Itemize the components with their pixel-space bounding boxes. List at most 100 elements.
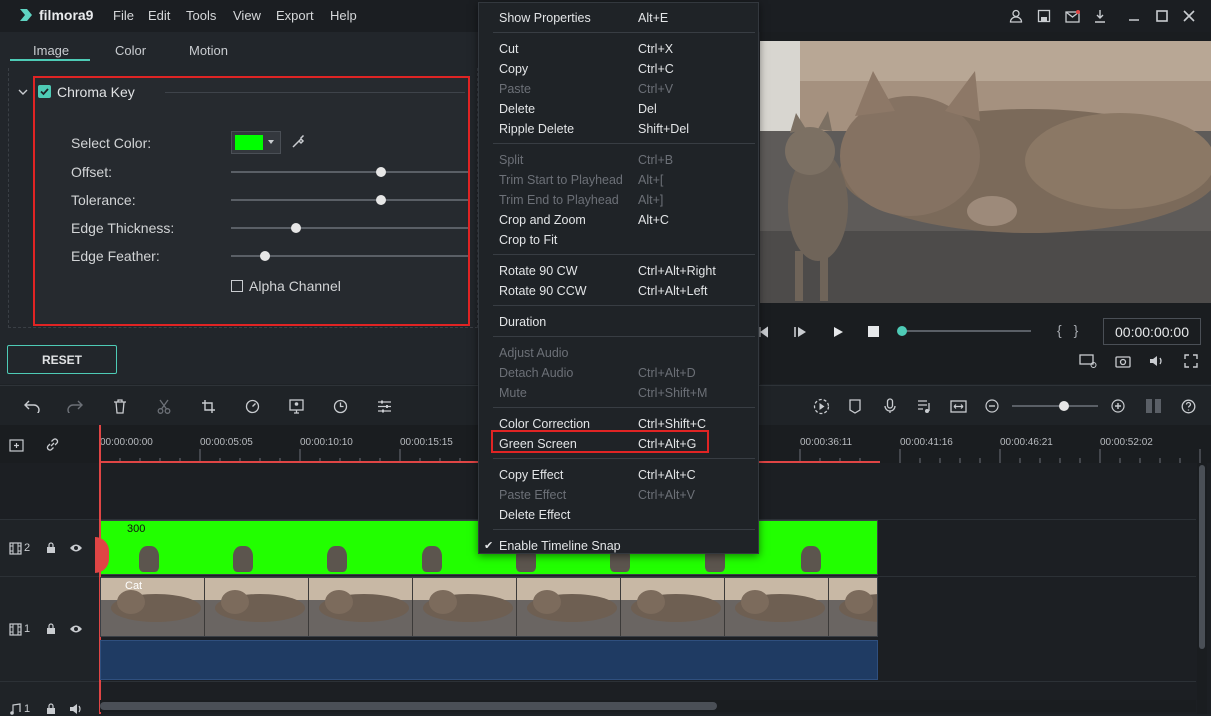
- menu-view[interactable]: View: [233, 8, 261, 23]
- lock-icon[interactable]: [45, 541, 57, 555]
- ruler-time: 00:00:46:21: [1000, 437, 1053, 448]
- ruler-marks-right: [880, 449, 1210, 463]
- mail-icon[interactable]: [1064, 8, 1080, 24]
- menu-item-enable-timeline-snap[interactable]: Enable Timeline Snap ✔: [479, 536, 758, 556]
- audio-waveform-clip[interactable]: [100, 640, 878, 680]
- marker-icon[interactable]: [846, 397, 864, 415]
- play-frame-icon[interactable]: [792, 324, 808, 340]
- voiceover-icon[interactable]: [915, 397, 933, 415]
- menu-item-copy[interactable]: Copy Ctrl+C: [479, 59, 758, 79]
- menu-separator: [493, 305, 755, 306]
- reset-button[interactable]: RESET: [7, 345, 117, 374]
- menu-export[interactable]: Export: [276, 8, 314, 23]
- menu-item-shortcut: Del: [638, 102, 657, 116]
- track-number: 1: [24, 623, 31, 635]
- link-icon[interactable]: [43, 436, 61, 452]
- horizontal-scrollbar[interactable]: [100, 700, 1196, 712]
- snapshot-icon[interactable]: [1114, 353, 1132, 369]
- offset-slider[interactable]: [231, 167, 468, 177]
- chevron-down-icon[interactable]: [16, 85, 30, 99]
- offset-label: Offset:: [71, 164, 112, 180]
- zoom-out-icon[interactable]: [983, 397, 1001, 415]
- render-icon[interactable]: [812, 397, 830, 415]
- speed-icon[interactable]: [243, 397, 261, 415]
- edge-feather-slider[interactable]: [231, 251, 468, 261]
- cut-icon[interactable]: [155, 397, 173, 415]
- menu-item-show-properties[interactable]: Show Properties Alt+E: [479, 8, 758, 28]
- menu-item-duration[interactable]: Duration: [479, 312, 758, 332]
- cat-video-clip[interactable]: Cat: [100, 577, 878, 637]
- menu-item-label: Trim End to Playhead: [499, 193, 619, 207]
- alpha-channel-checkbox[interactable]: [231, 280, 243, 292]
- playhead-knob[interactable]: [897, 326, 907, 336]
- minimize-icon[interactable]: [1126, 8, 1142, 24]
- stop-icon[interactable]: [868, 326, 879, 337]
- playback-progress[interactable]: [897, 326, 1031, 336]
- menu-item-rotate-90-ccw[interactable]: Rotate 90 CCW Ctrl+Alt+Left: [479, 281, 758, 301]
- menu-file[interactable]: File: [113, 8, 134, 23]
- duration-icon[interactable]: [331, 397, 349, 415]
- tolerance-slider[interactable]: [231, 195, 468, 205]
- menu-item-crop-and-zoom[interactable]: Crop and Zoom Alt+C: [479, 210, 758, 230]
- add-track-icon[interactable]: [8, 436, 28, 452]
- menu-item-green-screen[interactable]: Green Screen Ctrl+Alt+G: [479, 434, 758, 454]
- play-icon[interactable]: [830, 324, 846, 340]
- menu-help[interactable]: Help: [330, 8, 357, 23]
- eye-icon[interactable]: [68, 622, 84, 636]
- chroma-key-checkbox[interactable]: [38, 85, 51, 98]
- delete-icon[interactable]: [111, 397, 129, 415]
- tab-image[interactable]: Image: [33, 43, 69, 58]
- save-icon[interactable]: [1036, 8, 1052, 24]
- edge-thickness-slider[interactable]: [231, 223, 468, 233]
- menu-item-ripple-delete[interactable]: Ripple Delete Shift+Del: [479, 119, 758, 139]
- menu-item-color-correction[interactable]: Color Correction Ctrl+Shift+C: [479, 414, 758, 434]
- color-picker[interactable]: [231, 131, 281, 154]
- tab-motion[interactable]: Motion: [189, 43, 228, 58]
- zoom-in-icon[interactable]: [1109, 397, 1127, 415]
- lock-icon[interactable]: [45, 622, 57, 636]
- tab-color[interactable]: Color: [115, 43, 146, 58]
- menu-item-crop-to-fit[interactable]: Crop to Fit: [479, 230, 758, 250]
- tolerance-slider-knob[interactable]: [376, 195, 386, 205]
- fit-timeline-icon[interactable]: [948, 397, 968, 415]
- render-preview-icon[interactable]: [1078, 353, 1098, 369]
- eyedropper-icon[interactable]: [290, 134, 306, 150]
- menu-item-copy-effect[interactable]: Copy Effect Ctrl+Alt+C: [479, 465, 758, 485]
- menu-tools[interactable]: Tools: [186, 8, 216, 23]
- horizontal-scroll-thumb[interactable]: [100, 702, 717, 710]
- zoom-slider[interactable]: [1012, 401, 1098, 411]
- clip-frame: [725, 578, 828, 636]
- menu-item-shortcut: Ctrl+X: [638, 42, 674, 56]
- offset-slider-knob[interactable]: [376, 167, 386, 177]
- edge-thickness-slider-knob[interactable]: [291, 223, 301, 233]
- user-icon[interactable]: [1008, 8, 1024, 24]
- menu-item-delete[interactable]: Delete Del: [479, 99, 758, 119]
- menu-item-label: Paste: [499, 82, 531, 96]
- maximize-icon[interactable]: [1154, 8, 1170, 24]
- fullscreen-icon[interactable]: [1182, 353, 1200, 369]
- volume-icon[interactable]: [1148, 353, 1166, 369]
- zoom-slider-knob[interactable]: [1059, 401, 1069, 411]
- redo-icon[interactable]: [66, 397, 84, 415]
- eye-icon[interactable]: [68, 541, 84, 555]
- help-icon[interactable]: [1179, 397, 1197, 415]
- menu-edit[interactable]: Edit: [148, 8, 170, 23]
- vertical-scroll-thumb[interactable]: [1199, 465, 1205, 649]
- menu-item-adjust-audio: Adjust Audio: [479, 343, 758, 363]
- close-icon[interactable]: [1181, 8, 1197, 24]
- microphone-icon[interactable]: [881, 397, 899, 415]
- menu-item-label: Crop to Fit: [499, 233, 558, 247]
- menu-item-shortcut: Ctrl+Alt+Right: [638, 264, 716, 278]
- adjust-icon[interactable]: [375, 397, 393, 415]
- vertical-scrollbar[interactable]: [1197, 463, 1207, 714]
- download-icon[interactable]: [1092, 8, 1108, 24]
- edge-feather-slider-knob[interactable]: [260, 251, 270, 261]
- undo-icon[interactable]: [23, 397, 41, 415]
- mark-in-out[interactable]: { }: [1057, 322, 1082, 338]
- layout-icon[interactable]: [1144, 397, 1164, 415]
- crop-icon[interactable]: [199, 397, 217, 415]
- green-screen-icon[interactable]: [287, 397, 305, 415]
- menu-item-delete-effect[interactable]: Delete Effect: [479, 505, 758, 525]
- menu-item-rotate-90-cw[interactable]: Rotate 90 CW Ctrl+Alt+Right: [479, 261, 758, 281]
- menu-item-cut[interactable]: Cut Ctrl+X: [479, 39, 758, 59]
